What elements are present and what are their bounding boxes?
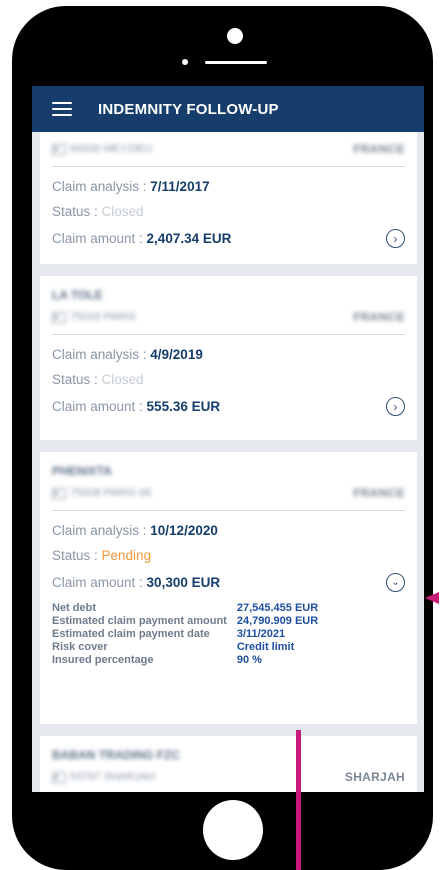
- hamburger-menu-icon[interactable]: [52, 102, 72, 116]
- claim-card[interactable]: BABAN TRADING FZC 53797 SHARJAH SHARJAH: [40, 736, 417, 792]
- country: SHARJAH: [344, 770, 405, 784]
- home-button[interactable]: [203, 800, 263, 860]
- chevron-right-circle-icon[interactable]: ›: [386, 229, 405, 248]
- claim-card[interactable]: 69330 MEYZIEU FRANCE Claim analysis : 7/…: [40, 132, 417, 264]
- claim-amount: Claim amount : 555.36 EUR ›: [52, 397, 405, 416]
- risk-cover-label: Risk cover: [52, 641, 108, 653]
- net-debt-label: Net debt: [52, 602, 96, 614]
- claim-details: Net debt Estimated claim payment amount …: [52, 602, 405, 667]
- insured-percentage-label: Insured percentage: [52, 654, 154, 666]
- claim-status: Status : Pending: [52, 548, 152, 563]
- est-payment-date-label: Estimated claim payment date: [52, 628, 210, 640]
- claim-status: Status : Closed: [52, 204, 144, 219]
- detail-values: 27,545.455 EUR 24,790.909 EUR 3/11/2021 …: [237, 602, 318, 667]
- claim-analysis: Claim analysis : 7/11/2017: [52, 179, 210, 194]
- claim-analysis: Claim analysis : 10/12/2020: [52, 523, 218, 538]
- claim-analysis: Claim analysis : 4/9/2019: [52, 347, 203, 362]
- est-payment-amount-value: 24,790.909 EUR: [236, 615, 319, 627]
- location-row: 53797 SHARJAH SHARJAH: [52, 770, 405, 784]
- location: 69330 MEYZIEU: [70, 143, 153, 155]
- claim-amount: Claim amount : 30,300 EUR ⌄: [52, 573, 405, 592]
- country: FRANCE: [353, 310, 405, 324]
- claim-card[interactable]: LA TOLE 75018 PARIS FRANCE Claim analysi…: [40, 276, 417, 440]
- insured-percentage-value: 90 %: [236, 654, 262, 666]
- speaker-grille: [205, 61, 267, 64]
- location: 53797 SHARJAH: [70, 771, 155, 783]
- country: FRANCE: [353, 142, 405, 156]
- detail-labels: Net debt Estimated claim payment amount …: [52, 602, 227, 667]
- claim-amount: Claim amount : 2,407.34 EUR ›: [52, 229, 405, 248]
- page-title: INDEMNITY FOLLOW-UP: [98, 100, 279, 118]
- risk-cover-value: Credit limit: [236, 641, 295, 653]
- id-card-icon: [52, 487, 66, 499]
- location: 75018 PARIS: [70, 311, 136, 323]
- sensor-icon: [182, 59, 188, 65]
- divider: [52, 334, 405, 335]
- divider: [52, 166, 405, 167]
- company-name: BABAN TRADING FZC: [52, 748, 180, 762]
- location: 75008 PARIS 08: [70, 487, 152, 499]
- app-bar: INDEMNITY FOLLOW-UP: [32, 86, 424, 132]
- app-screen: INDEMNITY FOLLOW-UP 69330 MEYZIEU FRANCE…: [32, 86, 424, 792]
- claim-card-expanded[interactable]: PHENIXTA 75008 PARIS 08 FRANCE Claim ana…: [40, 452, 417, 724]
- claim-status: Status : Closed: [52, 372, 144, 387]
- annotation-pointer-line: [296, 730, 301, 870]
- country: FRANCE: [353, 486, 405, 500]
- id-card-icon: [52, 143, 66, 155]
- divider: [52, 510, 405, 511]
- id-card-icon: [52, 311, 66, 323]
- location-row: 75018 PARIS FRANCE: [52, 310, 405, 324]
- location-row: 75008 PARIS 08 FRANCE: [52, 486, 405, 500]
- id-card-icon: [52, 771, 66, 783]
- company-name: LA TOLE: [52, 288, 103, 302]
- est-payment-amount-label: Estimated claim payment amount: [52, 615, 227, 627]
- chevron-down-circle-icon[interactable]: ⌄: [386, 573, 405, 592]
- location-row: 69330 MEYZIEU FRANCE: [52, 142, 405, 156]
- est-payment-date-value: 3/11/2021: [236, 628, 286, 640]
- annotation-arrow-icon: [425, 592, 439, 604]
- company-name: PHENIXTA: [52, 464, 112, 478]
- front-camera-icon: [227, 28, 243, 44]
- chevron-right-circle-icon[interactable]: ›: [386, 397, 405, 416]
- net-debt-value: 27,545.455 EUR: [236, 602, 319, 614]
